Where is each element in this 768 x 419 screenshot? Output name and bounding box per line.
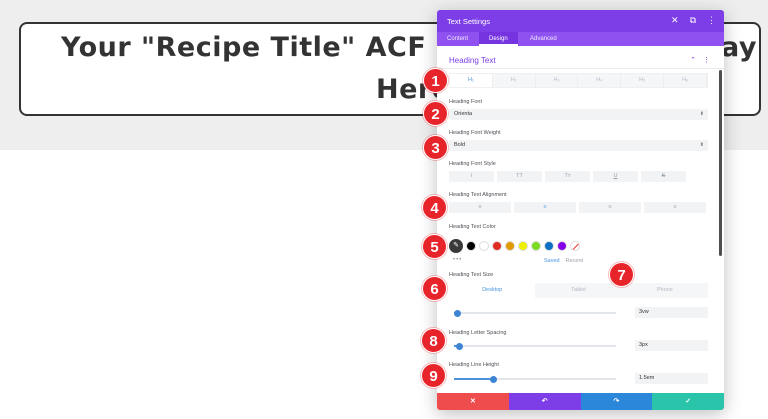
heading-level-h1[interactable]: H₁	[450, 74, 493, 87]
heading-text-alignment-label: Heading Text Alignment	[449, 192, 507, 198]
step-badge-2: 2	[423, 101, 448, 126]
heading-text-size-label: Heading Text Size	[449, 272, 494, 278]
line-height-input[interactable]: 1.5em	[635, 373, 708, 384]
font-style-buttons: I TT Tт U S	[449, 171, 686, 182]
text-size-slider[interactable]	[454, 309, 616, 317]
color-swatch[interactable]	[479, 241, 489, 251]
underline-button[interactable]: U	[593, 171, 638, 182]
panel-tabs: Content Design Advanced	[437, 32, 724, 46]
step-badge-7: 7	[609, 262, 634, 287]
panel-title: Text Settings	[447, 17, 490, 26]
step-badge-9: 9	[421, 363, 446, 388]
device-tab-desktop[interactable]: Desktop	[449, 283, 536, 298]
heading-font-value: Orienta	[454, 111, 473, 117]
section-more-icon[interactable]: ⋮	[703, 56, 710, 64]
saved-recent-toggle: Saved Recent	[544, 258, 583, 264]
heading-level-h3[interactable]: H₃	[536, 74, 579, 87]
strikethrough-button[interactable]: S	[641, 171, 686, 182]
color-swatch[interactable]	[544, 241, 554, 251]
heading-line-height-label: Heading Line Height	[449, 362, 499, 368]
heading-letter-spacing-label: Heading Letter Spacing	[449, 330, 507, 336]
more-icon[interactable]: ⋮	[707, 15, 716, 26]
letter-spacing-slider[interactable]	[454, 342, 616, 350]
capitalize-button[interactable]: Tт	[545, 171, 590, 182]
step-badge-4: 4	[422, 195, 447, 220]
heading-level-h6[interactable]: H₆	[664, 74, 707, 87]
section-title-heading-text[interactable]: Heading Text	[449, 56, 496, 65]
color-swatch[interactable]	[492, 241, 502, 251]
text-size-input[interactable]: 3vw	[635, 307, 708, 318]
close-icon[interactable]: ✕	[671, 15, 679, 26]
italic-button[interactable]: I	[449, 171, 494, 182]
align-center-button[interactable]: ≡	[514, 202, 576, 213]
step-badge-3: 3	[423, 135, 448, 160]
step-badge-6: 6	[422, 276, 447, 301]
tab-design[interactable]: Design	[479, 32, 518, 46]
undo-button[interactable]: ↶	[508, 393, 581, 410]
heading-font-weight-select[interactable]: Bold ⬍	[449, 140, 708, 151]
discard-button[interactable]: ✕	[437, 393, 509, 410]
panel-header[interactable]: Text Settings ✕ ⧉ ⋮	[437, 10, 724, 32]
no-color-swatch[interactable]	[570, 241, 580, 251]
heading-level-h5[interactable]: H₅	[621, 74, 665, 87]
collapse-icon[interactable]: ⌃	[690, 56, 696, 64]
heading-level-tabs: H₁ H₂ H₃ H₄ H₅ H₆	[449, 73, 708, 88]
redo-button[interactable]: ↷	[580, 393, 653, 410]
line-height-slider[interactable]	[454, 375, 616, 383]
heading-text-color-label: Heading Text Color	[449, 224, 496, 230]
step-badge-5: 5	[422, 234, 447, 259]
saved-colors-link[interactable]: Saved	[544, 258, 560, 264]
color-picker-icon[interactable]: ✎	[449, 239, 463, 253]
color-swatch[interactable]	[531, 241, 541, 251]
step-badge-8: 8	[421, 328, 446, 353]
text-settings-panel: Text Settings ✕ ⧉ ⋮ Content Design Advan…	[437, 10, 724, 410]
responsive-device-tabs: Desktop Tablet Phone	[449, 283, 708, 298]
recent-colors-link[interactable]: Recent	[566, 258, 583, 264]
align-left-button[interactable]: ≡	[449, 202, 511, 213]
color-swatch[interactable]	[518, 241, 528, 251]
divider	[437, 68, 724, 69]
chevron-updown-icon: ⬍	[699, 142, 704, 148]
text-alignment-buttons: ≡ ≡ ≡ ≡	[449, 202, 706, 213]
save-button[interactable]: ✓	[652, 393, 724, 410]
color-swatch[interactable]	[466, 241, 476, 251]
tab-content[interactable]: Content	[437, 32, 478, 46]
page-canvas: Your "Recipe Title" ACF Fie ay Here Text…	[0, 0, 768, 419]
heading-font-weight-value: Bold	[454, 142, 466, 148]
panel-footer: ✕ ↶ ↷ ✓	[437, 393, 724, 410]
letter-spacing-input[interactable]: 3px	[635, 340, 708, 351]
slider-handle[interactable]	[455, 342, 463, 350]
heading-level-h2[interactable]: H₂	[493, 74, 536, 87]
step-badge-1: 1	[423, 68, 448, 93]
align-justify-button[interactable]: ≡	[644, 202, 706, 213]
heading-font-style-label: Heading Font Style	[449, 161, 496, 167]
heading-font-select[interactable]: Orienta ⬍	[449, 109, 708, 120]
device-tab-phone[interactable]: Phone	[622, 283, 708, 298]
slider-handle[interactable]	[454, 309, 462, 317]
device-tab-tablet[interactable]: Tablet	[535, 283, 621, 298]
color-swatch[interactable]	[505, 241, 515, 251]
color-swatches: ✎	[449, 239, 580, 253]
panel-scrollbar[interactable]	[719, 70, 722, 256]
align-right-button[interactable]: ≡	[579, 202, 641, 213]
color-swatch[interactable]	[557, 241, 567, 251]
slider-fill	[454, 378, 493, 380]
chevron-updown-icon: ⬍	[699, 111, 704, 117]
more-colors-icon[interactable]: •••	[453, 257, 462, 263]
slider-handle[interactable]	[489, 375, 497, 383]
uppercase-button[interactable]: TT	[497, 171, 542, 182]
expand-icon[interactable]: ⧉	[690, 15, 696, 26]
heading-level-h4[interactable]: H₄	[578, 74, 622, 87]
heading-font-weight-label: Heading Font Weight	[449, 130, 501, 136]
tab-advanced[interactable]: Advanced	[520, 32, 567, 46]
heading-font-label: Heading Font	[449, 99, 483, 105]
